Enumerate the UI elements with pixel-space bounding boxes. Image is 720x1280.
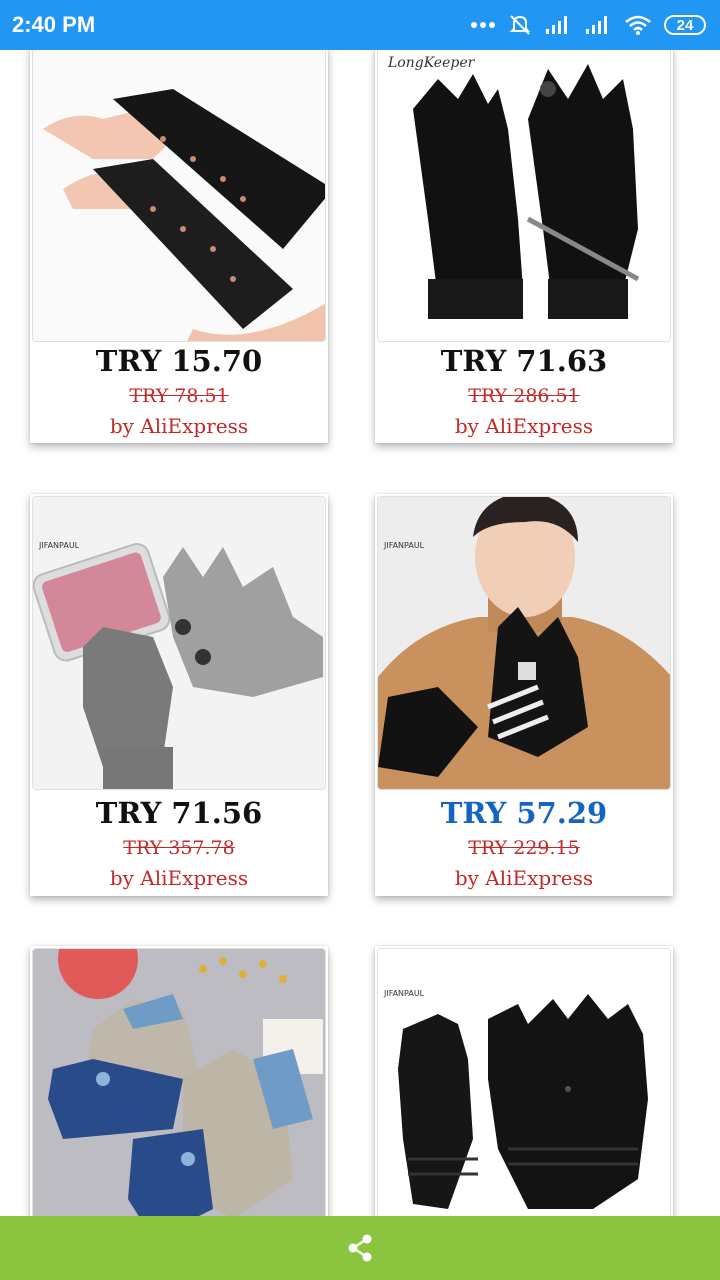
product-seller: by AliExpress — [109, 866, 249, 890]
product-image[interactable]: JIFANPAUL — [32, 496, 326, 790]
product-image[interactable]: JIFANPAUL — [377, 496, 671, 790]
product-seller: by AliExpress — [454, 414, 594, 438]
bottom-bar — [0, 1216, 720, 1280]
brand-logo-text: JIFANPAUL — [384, 541, 425, 550]
product-price: TRY 71.63 — [440, 344, 608, 378]
product-price: TRY 71.56 — [95, 796, 263, 830]
mute-alarm-icon — [509, 15, 531, 35]
product-image[interactable] — [32, 948, 326, 1216]
product-card[interactable]: TRY 15.70 TRY 78.51 by AliExpress — [30, 50, 328, 443]
product-image[interactable]: JIFANPAUL — [377, 948, 671, 1216]
product-grid: TRY 15.70 TRY 78.51 by AliExpress LongKe… — [0, 50, 720, 1216]
product-old-price: TRY 229.15 — [468, 837, 580, 859]
more-dots-icon — [471, 22, 495, 28]
product-card[interactable]: JIFANPAUL TRY 71.56 TRY 357.78 by AliExp… — [30, 494, 328, 896]
product-price: TRY 15.70 — [95, 344, 263, 378]
status-icons: 24 — [470, 10, 706, 40]
product-card[interactable] — [30, 946, 328, 1216]
brand-logo-text: JIFANPAUL — [39, 541, 80, 550]
brand-logo-text: JIFANPAUL — [384, 989, 425, 998]
product-old-price: TRY 357.78 — [123, 837, 235, 859]
product-image[interactable] — [32, 50, 326, 342]
product-seller: by AliExpress — [454, 866, 594, 890]
battery-icon: 24 — [664, 15, 706, 35]
product-image[interactable]: LongKeeper — [377, 50, 671, 342]
product-card[interactable]: LongKeeper TRY 71.63 TRY 286.51 by AliEx… — [375, 50, 673, 443]
product-old-price: TRY 78.51 — [129, 385, 229, 407]
status-time: 2:40 PM — [12, 12, 96, 37]
product-card[interactable]: JIFANPAUL — [375, 946, 673, 1216]
share-icon[interactable] — [345, 1233, 375, 1263]
product-card[interactable]: JIFANPAUL TRY 57.29 TRY 229.15 by AliExp… — [375, 494, 673, 896]
brand-logo-text: LongKeeper — [388, 55, 475, 71]
signal-icon-2 — [586, 16, 607, 34]
status-bar: 2:40 PM 24 — [0, 0, 720, 50]
product-old-price: TRY 286.51 — [468, 385, 580, 407]
wifi-icon — [625, 15, 651, 35]
product-price: TRY 57.29 — [440, 796, 608, 830]
product-seller: by AliExpress — [109, 414, 249, 438]
signal-icon-1 — [546, 16, 567, 34]
